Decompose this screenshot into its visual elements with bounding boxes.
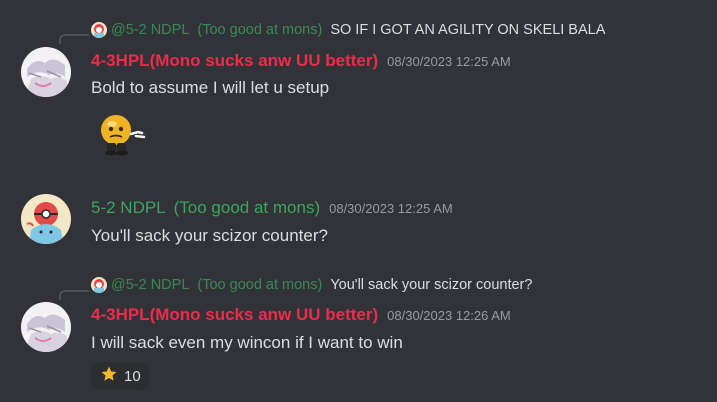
reply-avatar[interactable] (91, 277, 107, 293)
reaction-button[interactable]: 10 (91, 362, 150, 390)
message-header: 4-3HPL(Mono sucks anw UU better) 08/30/2… (91, 51, 511, 71)
reply-role-tag: (Too good at mons) (197, 22, 323, 38)
reply-connector (59, 290, 89, 300)
reply-role-tag: (Too good at mons) (197, 277, 323, 293)
message-text: Bold to assume I will let u setup (91, 78, 330, 97)
reply-preview[interactable]: @5-2 NDPL (Too good at mons) SO IF I GOT… (91, 20, 605, 40)
reply-text[interactable]: SO IF I GOT AN AGILITY ON SKELI BALA (330, 22, 605, 38)
role-tag: (Too good at mons) (173, 198, 321, 217)
reply-avatar[interactable] (91, 22, 107, 38)
username[interactable]: 5-2 NDPL (91, 198, 166, 218)
reply-author[interactable]: @5-2 NDPL (111, 277, 189, 293)
message-header: 5-2 NDPL (Too good at mons) 08/30/2023 1… (91, 198, 453, 218)
avatar[interactable] (21, 302, 71, 352)
reply-text[interactable]: You'll sack your scizor counter? (330, 277, 532, 293)
avatar[interactable] (21, 194, 71, 244)
reply-author[interactable]: @5-2 NDPL (111, 22, 189, 38)
reply-connector (59, 34, 89, 44)
timestamp[interactable]: 08/30/2023 12:25 AM (387, 54, 511, 69)
username[interactable]: 4-3HPL(Mono sucks anw UU better) (91, 305, 378, 325)
avatar[interactable] (21, 47, 71, 97)
reaction-count: 10 (124, 367, 141, 385)
star-icon (100, 365, 118, 388)
timestamp[interactable]: 08/30/2023 12:26 AM (387, 308, 511, 323)
message-header: 4-3HPL(Mono sucks anw UU better) 08/30/2… (91, 305, 511, 325)
emoji-thinking-sticker[interactable] (92, 110, 156, 158)
message-text: I will sack even my wincon if I want to … (91, 333, 403, 352)
timestamp[interactable]: 08/30/2023 12:25 AM (329, 201, 453, 216)
message-text: You'll sack your scizor counter? (91, 226, 328, 245)
username[interactable]: 4-3HPL(Mono sucks anw UU better) (91, 51, 378, 71)
reply-preview[interactable]: @5-2 NDPL (Too good at mons) You'll sack… (91, 275, 532, 295)
